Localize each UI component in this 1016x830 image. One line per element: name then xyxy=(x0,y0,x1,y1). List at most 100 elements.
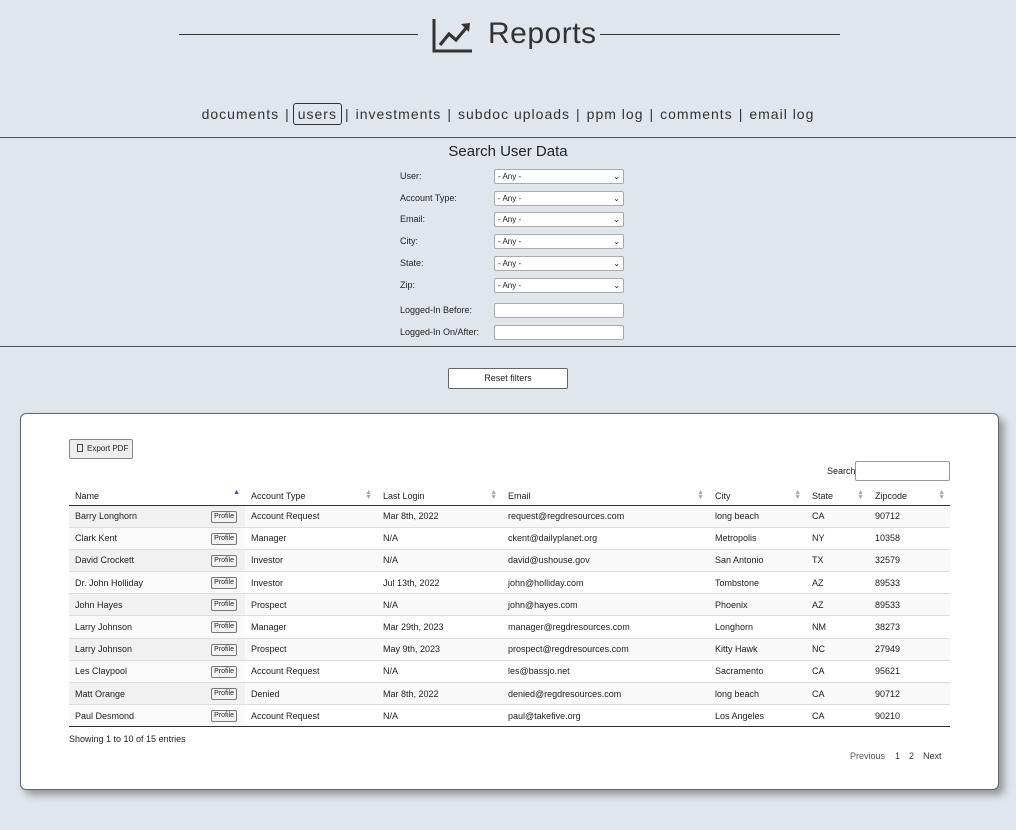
filter-city-select[interactable]: - Any - ⌄ xyxy=(494,234,624,249)
cell-email: david@ushouse.gov xyxy=(502,549,709,573)
filter-user: User: - Any - ⌄ xyxy=(400,169,630,185)
filter-state-label: State: xyxy=(400,258,424,268)
filter-logged-before: Logged-In Before: xyxy=(400,303,630,319)
table-search-label: Search: xyxy=(827,466,859,476)
filter-account-type-select[interactable]: - Any - ⌄ xyxy=(494,191,624,206)
pagination: Previous 1 2 Next xyxy=(850,751,951,761)
profile-button[interactable]: Profile xyxy=(211,665,237,678)
page-header: Reports xyxy=(0,16,1016,56)
chart-line-icon xyxy=(432,19,472,53)
nav-item-email-log[interactable]: email log xyxy=(746,104,817,124)
nav-item-investments[interactable]: investments xyxy=(353,104,445,124)
table-info: Showing 1 to 10 of 15 entries xyxy=(69,734,186,744)
nav-item-subdoc-uploads[interactable]: subdoc uploads xyxy=(455,104,573,124)
table-row: Les Claypool Profile Account Request N/A les… xyxy=(69,660,950,684)
cell-last-login: Mar 8th, 2022 xyxy=(377,505,502,528)
sort-icon: ▲ ▼ xyxy=(857,489,864,501)
cell-account-type: Account Request xyxy=(245,660,377,684)
cell-email: john@holliday.com xyxy=(502,571,709,595)
pagination-next[interactable]: Next xyxy=(923,751,942,761)
profile-button[interactable]: Profile xyxy=(211,532,237,545)
cell-zipcode: 90210 xyxy=(869,704,950,728)
filter-zip-select[interactable]: - Any - ⌄ xyxy=(494,278,624,293)
users-table-card: Export PDF Search: Name ▲ Account Type ▲ ▼ … xyxy=(20,413,999,790)
pagination-page-2[interactable]: 2 xyxy=(909,751,914,761)
chevron-down-icon: ⌄ xyxy=(613,172,620,181)
profile-button[interactable]: Profile xyxy=(211,688,237,700)
cell-last-login: Mar 29th, 2023 xyxy=(377,615,502,639)
filter-account-type: Account Type: - Any - ⌄ xyxy=(400,191,630,207)
table-row: Paul Desmond Profile Account Request N/A pau… xyxy=(69,704,950,728)
sort-icon: ▲ ▼ xyxy=(938,489,945,501)
nav-separator: | xyxy=(576,106,581,122)
filter-city-label: City: xyxy=(400,236,418,246)
logged-after-date-input[interactable] xyxy=(494,325,624,340)
column-header-last-login[interactable]: Last Login ▲ ▼ xyxy=(377,486,502,506)
cell-city: Longhorn xyxy=(709,615,806,639)
cell-account-type: Prospect xyxy=(245,638,377,661)
table-row: David Crockett Profile Investor N/A david@us… xyxy=(69,549,950,573)
filter-email: Email: - Any - ⌄ xyxy=(400,212,630,228)
cell-email: les@bassjo.net xyxy=(502,660,709,684)
header-rule-right xyxy=(600,34,840,35)
cell-city: Phoenix xyxy=(709,593,806,617)
profile-button[interactable]: Profile xyxy=(211,643,237,656)
pagination-page-1[interactable]: 1 xyxy=(895,751,900,761)
profile-button[interactable]: Profile xyxy=(211,510,237,523)
sort-icon: ▲ ▼ xyxy=(365,489,372,501)
chevron-down-icon: ⌄ xyxy=(613,259,620,268)
nav-item-comments[interactable]: comments xyxy=(657,104,736,124)
column-header-zipcode[interactable]: Zipcode ▲ ▼ xyxy=(869,486,950,506)
cell-account-type: Prospect xyxy=(245,593,377,617)
table-row: Matt Orange Profile Denied Mar 8th, 2022 den… xyxy=(69,682,950,706)
column-header-email[interactable]: Email ▲ ▼ xyxy=(502,486,709,506)
profile-button[interactable]: Profile xyxy=(211,577,237,590)
cell-last-login: N/A xyxy=(377,593,502,617)
cell-city: long beach xyxy=(709,505,806,528)
cell-state: NY xyxy=(806,527,869,550)
cell-name: John Hayes Profile xyxy=(69,593,245,617)
table-row: John Hayes Profile Prospect N/A john@hayes.c… xyxy=(69,593,950,617)
table-row: Barry Longhorn Profile Account Request Mar … xyxy=(69,505,950,528)
page-title: Reports xyxy=(488,17,597,50)
profile-button[interactable]: Profile xyxy=(211,599,237,612)
nav-item-ppm-log[interactable]: ppm log xyxy=(584,104,647,124)
cell-state: NM xyxy=(806,615,869,639)
cell-city: San Antonio xyxy=(709,549,806,573)
cell-city: Metropolis xyxy=(709,527,806,550)
cell-email: paul@takefive.org xyxy=(502,704,709,728)
reset-filters-button[interactable]: Reset filters xyxy=(448,368,568,389)
filter-state-select[interactable]: - Any - ⌄ xyxy=(494,256,624,271)
column-header-state[interactable]: State ▲ ▼ xyxy=(806,486,869,506)
nav-item-documents[interactable]: documents xyxy=(199,104,282,124)
filter-account-type-label: Account Type: xyxy=(400,193,457,203)
filter-state: State: - Any - ⌄ xyxy=(400,256,630,272)
filter-logged-before-label: Logged-In Before: xyxy=(400,305,473,315)
nav-separator: | xyxy=(738,106,744,122)
cell-zipcode: 10358 xyxy=(869,527,950,550)
cell-state: CA xyxy=(806,505,869,528)
column-header-account-type[interactable]: Account Type ▲ ▼ xyxy=(245,486,377,506)
chevron-down-icon: ⌄ xyxy=(613,281,620,290)
export-pdf-button[interactable]: Export PDF xyxy=(69,439,133,459)
nav-item-users[interactable]: users xyxy=(292,103,342,125)
cell-last-login: N/A xyxy=(377,660,502,684)
logged-before-date-input[interactable] xyxy=(494,303,624,318)
pagination-previous[interactable]: Previous xyxy=(850,751,885,761)
cell-zipcode: 89533 xyxy=(869,571,950,595)
nav-separator: | xyxy=(285,106,290,122)
column-header-name[interactable]: Name ▲ xyxy=(69,486,245,506)
filter-user-select[interactable]: - Any - ⌄ xyxy=(494,169,624,184)
filter-user-label: User: xyxy=(400,171,422,181)
cell-zipcode: 38273 xyxy=(869,615,950,639)
profile-button[interactable]: Profile xyxy=(211,554,237,567)
cell-name: Larry Johnson Profile xyxy=(69,615,245,639)
profile-button[interactable]: Profile xyxy=(211,621,237,634)
cell-state: AZ xyxy=(806,571,869,595)
table-search-input[interactable] xyxy=(855,461,950,481)
filter-city: City: - Any - ⌄ xyxy=(400,234,630,250)
cell-name: Matt Orange Profile xyxy=(69,682,245,706)
profile-button[interactable]: Profile xyxy=(211,710,237,723)
filter-email-select[interactable]: - Any - ⌄ xyxy=(494,212,624,227)
column-header-city[interactable]: City ▲ ▼ xyxy=(709,486,806,506)
